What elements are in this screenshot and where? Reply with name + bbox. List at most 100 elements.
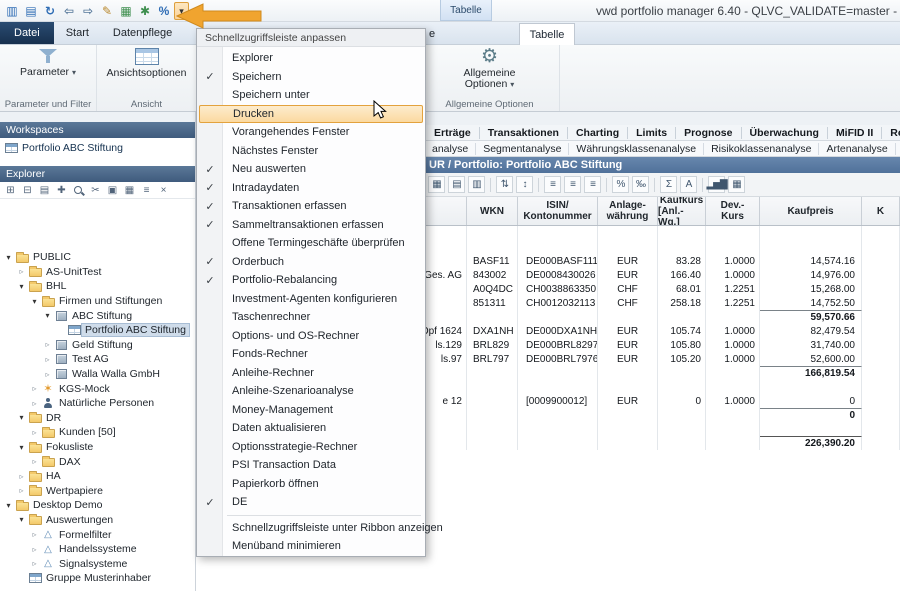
view-tab-mifid ii[interactable]: MiFID II bbox=[828, 127, 882, 139]
collapsed-arrow-icon[interactable]: ▹ bbox=[42, 340, 53, 349]
details-view-icon[interactable]: ▤ bbox=[37, 184, 52, 198]
menu-item[interactable]: Optionsstrategie-Rechner bbox=[197, 438, 425, 457]
menu-item[interactable]: Schnellzugriffsleiste unter Ribbon anzei… bbox=[197, 519, 425, 538]
collapsed-arrow-icon[interactable]: ▹ bbox=[29, 530, 40, 539]
collapsed-arrow-icon[interactable]: ▹ bbox=[29, 545, 40, 554]
tree-item[interactable]: ▹✶KGS-Mock bbox=[0, 381, 195, 396]
collapsed-arrow-icon[interactable]: ▹ bbox=[29, 457, 40, 466]
tree-item[interactable]: ▾PUBLIC bbox=[0, 250, 195, 265]
row-view-icon[interactable]: ▤ bbox=[448, 176, 465, 193]
menu-item[interactable]: Anleihe-Szenarioanalyse bbox=[197, 382, 425, 401]
menu-item[interactable]: Taschenrechner bbox=[197, 308, 425, 327]
analysis-tab-währungsklassenanalyse[interactable]: Währungsklassenanalyse bbox=[569, 143, 704, 155]
menu-item[interactable]: Papierkorb öffnen bbox=[197, 475, 425, 494]
notes-icon[interactable]: ✎ bbox=[98, 2, 116, 20]
tree-item[interactable]: ▹DAX bbox=[0, 454, 195, 469]
menu-item[interactable]: Explorer bbox=[197, 49, 425, 68]
expanded-arrow-icon[interactable]: ▾ bbox=[16, 443, 27, 452]
column-header[interactable]: Kaufpreis bbox=[760, 197, 862, 225]
tree-item[interactable]: ▾Firmen und Stiftungen bbox=[0, 294, 195, 309]
previous-window-icon[interactable]: ⇦ bbox=[60, 2, 78, 20]
close-icon[interactable]: × bbox=[156, 184, 171, 198]
column-header[interactable]: ISIN/Kontonummer bbox=[518, 197, 598, 225]
expanded-arrow-icon[interactable]: ▾ bbox=[42, 311, 53, 320]
ribbon-tab-tabelle[interactable]: Tabelle bbox=[519, 23, 575, 45]
collapsed-arrow-icon[interactable]: ▹ bbox=[16, 267, 27, 276]
menu-item[interactable]: Fonds-Rechner bbox=[197, 345, 425, 364]
view-tab-erträge[interactable]: Erträge bbox=[426, 127, 480, 139]
column-header[interactable]: K bbox=[862, 197, 900, 225]
expanded-arrow-icon[interactable]: ▾ bbox=[29, 297, 40, 306]
tree-item[interactable]: ▾Auswertungen bbox=[0, 513, 195, 528]
tree-item[interactable]: ▹HA bbox=[0, 469, 195, 484]
tree-item[interactable]: ▾ABC Stiftung bbox=[0, 308, 195, 323]
expanded-arrow-icon[interactable]: ▾ bbox=[3, 253, 14, 262]
analysis-tab-risikoklassenanalyse[interactable]: Risikoklassenanalyse bbox=[704, 143, 819, 155]
menu-item[interactable]: ✓Portfolio-Rebalancing bbox=[197, 271, 425, 290]
table-view-icon[interactable]: ▦ bbox=[428, 176, 445, 193]
chart-icon[interactable]: ▂▅▇ bbox=[708, 176, 725, 193]
percent-icon[interactable]: % bbox=[155, 2, 173, 20]
tree-item[interactable]: ▹Test AG bbox=[0, 352, 195, 367]
tree-item[interactable]: ▹Walla Walla GmbH bbox=[0, 367, 195, 382]
table-add-icon[interactable]: ▦ bbox=[117, 2, 135, 20]
save-icon[interactable]: ▤ bbox=[22, 2, 40, 20]
column-view-icon[interactable]: ▥ bbox=[468, 176, 485, 193]
sum-icon[interactable]: Σ bbox=[660, 176, 677, 193]
menu-item[interactable]: ✓Neu auswerten bbox=[197, 160, 425, 179]
column-header[interactable]: Anlage-währung bbox=[598, 197, 658, 225]
ribbon-tab-start[interactable]: Start bbox=[54, 22, 101, 44]
analysis-tab-länderanalyse[interactable]: Länderanalyse bbox=[896, 143, 900, 155]
next-window-icon[interactable]: ⇨ bbox=[79, 2, 97, 20]
menu-item[interactable]: Nächstes Fenster bbox=[197, 142, 425, 161]
tree-item[interactable]: ▾DR bbox=[0, 411, 195, 426]
view-tab-limits[interactable]: Limits bbox=[628, 127, 676, 139]
collapsed-arrow-icon[interactable]: ▹ bbox=[29, 428, 40, 437]
menu-item[interactable]: Anleihe-Rechner bbox=[197, 364, 425, 383]
collapsed-arrow-icon[interactable]: ▹ bbox=[16, 486, 27, 495]
menu-item[interactable]: Drucken bbox=[199, 105, 423, 124]
font-icon[interactable]: A bbox=[680, 176, 697, 193]
paste-icon[interactable]: ▦ bbox=[122, 184, 137, 198]
copy-icon[interactable]: ▣ bbox=[105, 184, 120, 198]
tree-item[interactable]: ▹△Handelssysteme bbox=[0, 542, 195, 557]
tree-item[interactable]: ▹△Signalsysteme bbox=[0, 556, 195, 571]
menu-item[interactable]: Menüband minimieren bbox=[197, 537, 425, 556]
menu-item[interactable]: Investment-Agenten konfigurieren bbox=[197, 290, 425, 309]
workspace-item[interactable]: Portfolio ABC Stiftung bbox=[0, 140, 195, 155]
tree-item[interactable]: Portfolio ABC Stiftung bbox=[0, 323, 195, 338]
refresh-icon[interactable]: ↻ bbox=[41, 2, 59, 20]
parameter-button[interactable]: Parameter ▾ bbox=[0, 48, 96, 78]
tree-item[interactable]: Gruppe Musterinhaber bbox=[0, 571, 195, 586]
ribbon-tab-datei[interactable]: Datei bbox=[0, 22, 54, 44]
tree-item[interactable]: ▹AS-UnitTest bbox=[0, 265, 195, 280]
new-node-icon[interactable]: ✚ bbox=[54, 184, 69, 198]
collapsed-arrow-icon[interactable]: ▹ bbox=[29, 384, 40, 393]
ribbon-tab-fragment[interactable]: e bbox=[429, 22, 435, 45]
menu-item[interactable]: PSI Transaction Data bbox=[197, 456, 425, 475]
menu-item[interactable]: ✓Orderbuch bbox=[197, 253, 425, 272]
collapsed-arrow-icon[interactable]: ▹ bbox=[16, 472, 27, 481]
menu-item[interactable]: Speichern unter bbox=[197, 86, 425, 105]
analysis-tab-segmentanalyse[interactable]: Segmentanalyse bbox=[476, 143, 569, 155]
align-right-icon[interactable]: ≡ bbox=[584, 176, 601, 193]
tree-item[interactable]: ▹Natürliche Personen bbox=[0, 396, 195, 411]
ribbon-tab-datenpflege[interactable]: Datenpflege bbox=[101, 22, 184, 44]
cut-icon[interactable]: ✂ bbox=[88, 184, 103, 198]
collapsed-arrow-icon[interactable]: ▹ bbox=[29, 399, 40, 408]
tree-view-icon[interactable]: ⊞ bbox=[3, 184, 18, 198]
menu-item[interactable]: ✓Transaktionen erfassen bbox=[197, 197, 425, 216]
align-left-icon[interactable]: ≡ bbox=[544, 176, 561, 193]
view-tab-transaktionen[interactable]: Transaktionen bbox=[480, 127, 568, 139]
expanded-arrow-icon[interactable]: ▾ bbox=[16, 282, 27, 291]
menu-item[interactable]: Offene Termingeschäfte überprüfen bbox=[197, 234, 425, 253]
permille-format-icon[interactable]: ‰ bbox=[632, 176, 649, 193]
menu-item[interactable]: Money-Management bbox=[197, 401, 425, 420]
allgemeine-optionen-button[interactable]: ⚙ Allgemeine Optionen ▾ bbox=[420, 48, 559, 89]
tree-item[interactable]: ▾Fokusliste bbox=[0, 440, 195, 455]
view-tab-prognose[interactable]: Prognose bbox=[676, 127, 741, 139]
align-center-icon[interactable]: ≡ bbox=[564, 176, 581, 193]
tree-item[interactable]: ▾Desktop Demo bbox=[0, 498, 195, 513]
collapsed-arrow-icon[interactable]: ▹ bbox=[29, 559, 40, 568]
expanded-arrow-icon[interactable]: ▾ bbox=[16, 413, 27, 422]
